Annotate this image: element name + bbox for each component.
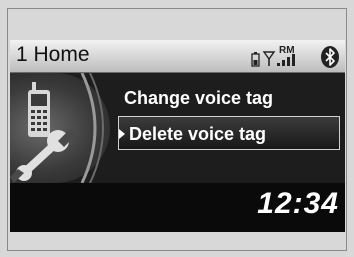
clock-bar: 12:34 bbox=[10, 183, 345, 232]
bluetooth-icon bbox=[321, 46, 339, 68]
clock: 12:34 bbox=[257, 187, 339, 220]
page-title: 1 Home bbox=[16, 43, 90, 66]
signal-antenna-icon bbox=[262, 51, 276, 66]
menu-item-label: Delete voice tag bbox=[129, 124, 267, 144]
roaming-label: RM bbox=[279, 45, 295, 56]
settings-illustration bbox=[10, 82, 76, 183]
menu-item-delete-voice-tag[interactable]: Delete voice tag bbox=[118, 116, 340, 150]
status-icons: RM bbox=[251, 45, 339, 68]
status-bar: 1 Home RM bbox=[10, 40, 345, 73]
mobile-phone-icon bbox=[28, 82, 50, 137]
decorative-arc bbox=[80, 73, 104, 183]
content-panel: Change voice tag Delete voice tag bbox=[10, 73, 345, 183]
menu-item-change-voice-tag[interactable]: Change voice tag bbox=[118, 81, 340, 115]
voice-tag-menu: Change voice tag Delete voice tag bbox=[110, 73, 345, 183]
wrench-icon bbox=[10, 129, 76, 183]
menu-item-label: Change voice tag bbox=[124, 88, 274, 108]
phone-battery-icon bbox=[251, 52, 260, 67]
selection-cursor-icon bbox=[119, 129, 125, 139]
display-screen: 1 Home RM Change voice tag Delete voice … bbox=[10, 40, 345, 232]
